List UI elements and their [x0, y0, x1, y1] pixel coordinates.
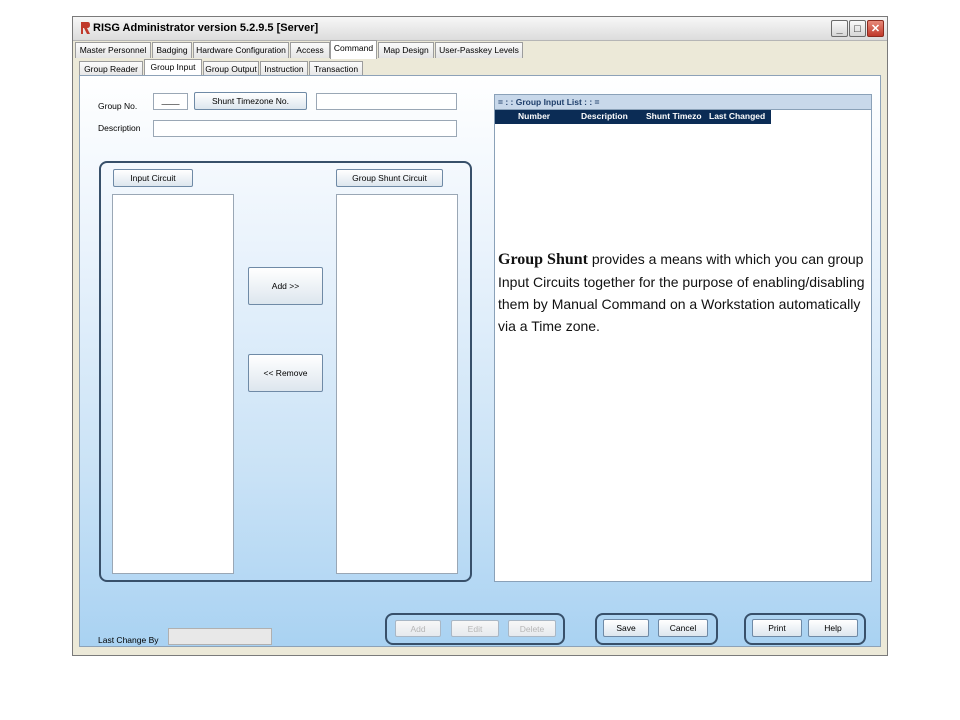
- input-circuit-list[interactable]: [112, 194, 234, 574]
- circuit-group-box: Input Circuit Group Shunt Circuit Add >>…: [99, 161, 472, 582]
- group-shunt-circuit-button[interactable]: Group Shunt Circuit: [336, 169, 443, 187]
- tab-map-design[interactable]: Map Design: [378, 42, 434, 58]
- save-cancel-group: Save Cancel: [595, 613, 718, 645]
- app-logo-icon: [81, 22, 90, 34]
- edit-record-button[interactable]: Edit: [451, 620, 499, 637]
- tab-access[interactable]: Access: [290, 42, 330, 58]
- add-record-button[interactable]: Add: [395, 620, 441, 637]
- shunt-timezone-button[interactable]: Shunt Timezone No.: [194, 92, 307, 110]
- print-button[interactable]: Print: [752, 619, 802, 637]
- window-title: RISG Administrator version 5.2.9.5 [Serv…: [93, 22, 319, 34]
- save-button[interactable]: Save: [603, 619, 649, 637]
- group-no-label: Group No.: [98, 101, 138, 111]
- help-button[interactable]: Help: [808, 619, 858, 637]
- remove-circuit-button[interactable]: << Remove: [248, 354, 323, 392]
- input-circuit-button[interactable]: Input Circuit: [113, 169, 193, 187]
- group-input-list[interactable]: = : : Group Input List : : = Number Desc…: [494, 94, 872, 582]
- tab-user-passkey-levels[interactable]: User-Passkey Levels: [435, 42, 523, 58]
- column-last-changed[interactable]: Last Changed: [709, 111, 765, 121]
- last-change-label: Last Change By: [98, 635, 159, 645]
- tab-hardware-configuration[interactable]: Hardware Configuration: [193, 42, 289, 58]
- delete-record-button[interactable]: Delete: [508, 620, 556, 637]
- record-button-group: Add Edit Delete: [385, 613, 565, 645]
- group-shunt-description: Group Shunt provides a means with which …: [498, 248, 868, 337]
- column-shunt-timezone[interactable]: Shunt Timezo: [646, 111, 702, 121]
- main-tab-bar: Master Personnel Badging Hardware Config…: [75, 40, 887, 59]
- column-description[interactable]: Description: [581, 111, 628, 121]
- tab-badging[interactable]: Badging: [152, 42, 192, 58]
- maximize-button[interactable]: □: [849, 20, 866, 37]
- description-field[interactable]: [153, 120, 457, 137]
- group-shunt-circuit-list[interactable]: [336, 194, 458, 574]
- list-column-headers: Number Description Shunt Timezo Last Cha…: [495, 110, 771, 124]
- add-circuit-button[interactable]: Add >>: [248, 267, 323, 305]
- close-button[interactable]: ✕: [867, 20, 884, 37]
- group-shunt-heading: Group Shunt: [498, 251, 588, 268]
- column-number[interactable]: Number: [518, 111, 550, 121]
- list-title: = : : Group Input List : : =: [495, 95, 871, 110]
- description-label: Description: [98, 123, 141, 133]
- group-no-field[interactable]: ____: [153, 93, 188, 110]
- last-change-field: [168, 628, 272, 645]
- group-input-panel: Group No. ____ Shunt Timezone No. Descri…: [79, 75, 881, 647]
- title-bar[interactable]: RISG Administrator version 5.2.9.5 [Serv…: [73, 17, 887, 41]
- shunt-timezone-field[interactable]: [316, 93, 457, 110]
- tab-command[interactable]: Command: [330, 40, 377, 59]
- tab-master-personnel[interactable]: Master Personnel: [75, 42, 151, 58]
- print-help-group: Print Help: [744, 613, 866, 645]
- cancel-button[interactable]: Cancel: [658, 619, 708, 637]
- minimize-button[interactable]: _: [831, 20, 848, 37]
